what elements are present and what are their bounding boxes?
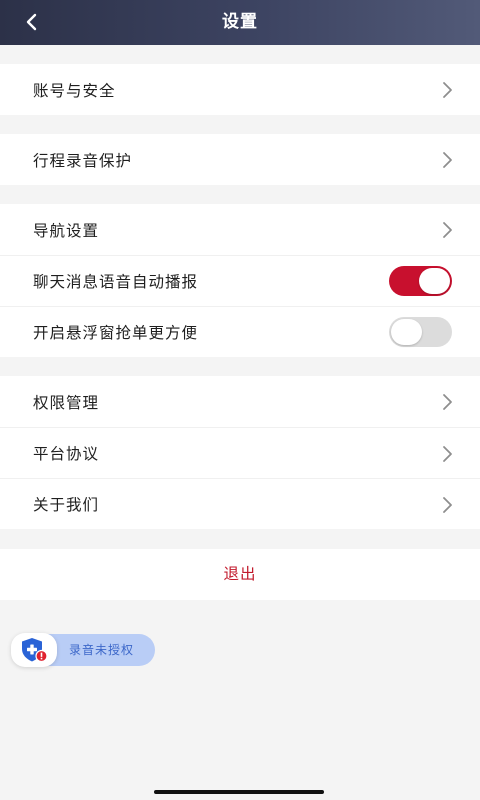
settings-item-label: 行程录音保护 bbox=[33, 151, 133, 170]
settings-item-label: 平台协议 bbox=[33, 445, 100, 463]
recording-badge-label: 录音未授权 bbox=[69, 643, 135, 657]
settings-item-chat-voice: 聊天消息语音自动播报 bbox=[0, 255, 480, 306]
chevron-right-icon bbox=[443, 446, 452, 462]
chevron-right-icon bbox=[443, 222, 452, 238]
settings-item-account-security[interactable]: 账号与安全 bbox=[0, 64, 480, 115]
chat-voice-toggle[interactable] bbox=[389, 266, 452, 296]
settings-group-recording: 行程录音保护 bbox=[0, 134, 480, 185]
settings-item-label: 权限管理 bbox=[33, 393, 100, 412]
chevron-right-icon bbox=[443, 394, 452, 410]
settings-item-permissions[interactable]: 权限管理 bbox=[0, 376, 480, 427]
settings-group-about: 权限管理 平台协议 关于我们 bbox=[0, 376, 480, 529]
chevron-right-icon bbox=[443, 82, 452, 98]
chevron-right-icon bbox=[443, 152, 452, 168]
logout-button[interactable]: 退出 bbox=[0, 549, 480, 600]
settings-item-label: 导航设置 bbox=[33, 221, 100, 240]
settings-item-floating-window: 开启悬浮窗抢单更方便 bbox=[0, 306, 480, 357]
settings-item-about-us[interactable]: 关于我们 bbox=[0, 478, 480, 529]
settings-item-agreement[interactable]: 平台协议 bbox=[0, 427, 480, 478]
top-bar: 设置 bbox=[0, 0, 480, 45]
settings-group-navigation: 导航设置 聊天消息语音自动播报 开启悬浮窗抢单更方便 bbox=[0, 204, 480, 357]
chevron-right-icon bbox=[443, 497, 452, 513]
toggle-knob bbox=[419, 268, 450, 294]
page-title: 设置 bbox=[222, 12, 258, 32]
settings-item-label: 开启悬浮窗抢单更方便 bbox=[33, 324, 199, 342]
recording-icon-box bbox=[11, 633, 57, 667]
settings-item-trip-recording[interactable]: 行程录音保护 bbox=[0, 134, 480, 185]
settings-group-account: 账号与安全 bbox=[0, 64, 480, 115]
home-indicator bbox=[154, 790, 324, 794]
settings-item-label: 账号与安全 bbox=[33, 81, 116, 100]
shield-alert-icon bbox=[22, 638, 48, 663]
toggle-knob bbox=[391, 319, 422, 345]
floating-window-toggle[interactable] bbox=[389, 317, 452, 347]
settings-item-label: 聊天消息语音自动播报 bbox=[33, 273, 199, 291]
settings-item-label: 关于我们 bbox=[33, 496, 100, 514]
recording-unauthorized-badge[interactable]: 录音未授权 bbox=[11, 633, 155, 667]
settings-item-navigation[interactable]: 导航设置 bbox=[0, 204, 480, 255]
